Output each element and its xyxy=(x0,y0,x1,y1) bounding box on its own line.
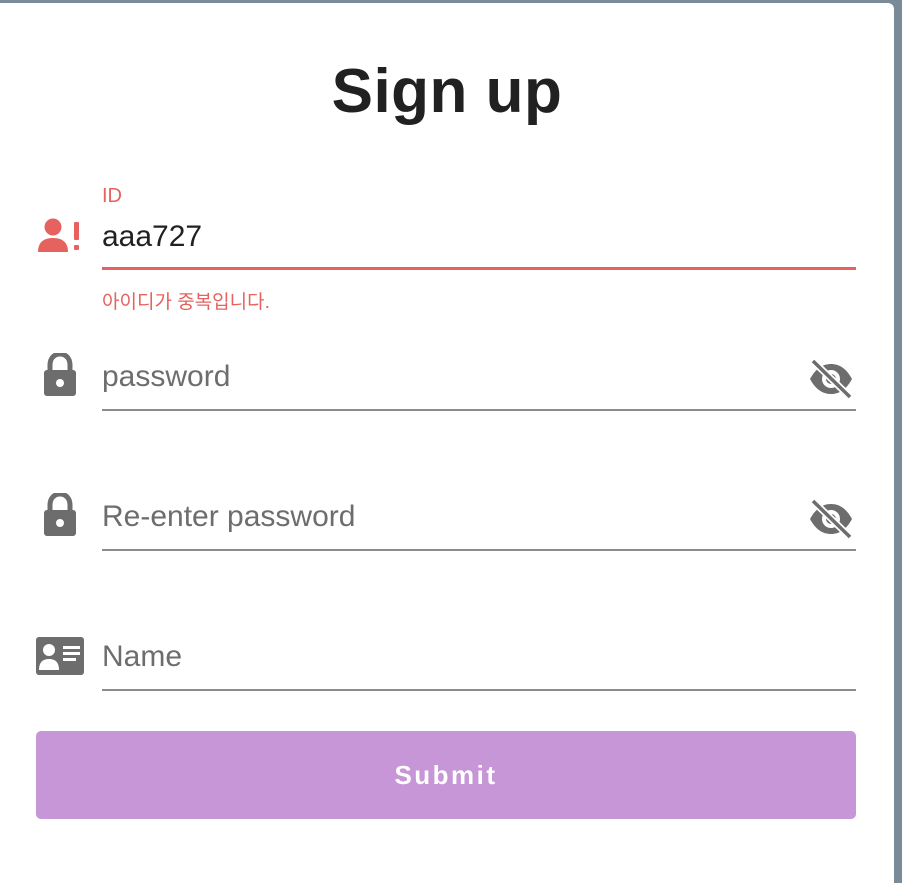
id-error-message: 아이디가 중복입니다. xyxy=(102,292,270,313)
eye-off-icon[interactable] xyxy=(808,498,854,544)
signup-card: Sign up ID aaa727 아이디가 중복입니다. password R… xyxy=(0,3,894,883)
reenter-password-field: Re-enter password xyxy=(0,483,894,563)
id-underline xyxy=(102,267,856,270)
password-field: password xyxy=(0,343,894,423)
submit-button[interactable]: Submit xyxy=(36,731,856,819)
id-input[interactable]: aaa727 xyxy=(102,220,202,254)
reenter-password-underline xyxy=(102,549,856,551)
eye-off-icon[interactable] xyxy=(808,358,854,404)
password-underline xyxy=(102,409,856,411)
lock-icon xyxy=(43,353,77,397)
id-card-icon xyxy=(36,637,84,675)
page-title: Sign up xyxy=(331,57,563,126)
lock-icon xyxy=(43,493,77,537)
id-field-label: ID xyxy=(102,185,122,207)
person-alert-icon xyxy=(38,218,84,254)
password-input[interactable]: password xyxy=(102,360,230,394)
id-field: ID aaa727 아이디가 중복입니다. xyxy=(0,180,894,320)
name-input[interactable]: Name xyxy=(102,640,182,674)
reenter-password-input[interactable]: Re-enter password xyxy=(102,500,355,534)
name-underline xyxy=(102,689,856,691)
name-field: Name xyxy=(0,623,894,703)
